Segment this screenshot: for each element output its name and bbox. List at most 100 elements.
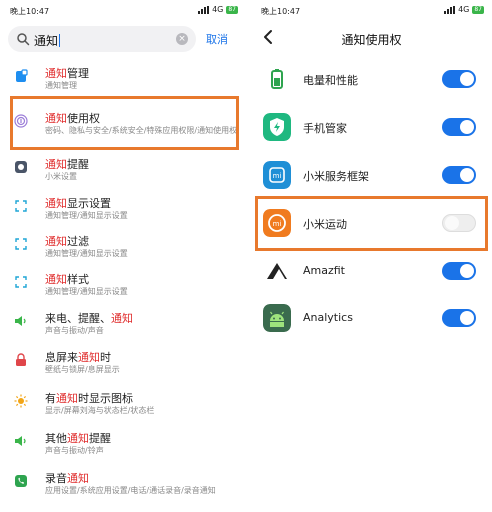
app-permission-row: 手机管家 — [251, 104, 492, 152]
corner-bracket-icon — [14, 198, 28, 212]
corner-bracket-icon — [14, 274, 28, 288]
search-result-item[interactable]: 通知提醒 小米设置 — [0, 153, 246, 191]
result-path: 壁纸与锁屏/息屏显示 — [45, 365, 120, 374]
notification-access-toggle[interactable] — [442, 309, 476, 327]
keyword-highlight: 通知 — [78, 351, 100, 364]
notification-access-toggle[interactable] — [442, 118, 476, 136]
app-permission-row: Amazfit — [251, 248, 492, 296]
title-suffix: 过滤 — [67, 235, 89, 248]
keyword-highlight: 通知 — [111, 312, 133, 325]
search-result-item[interactable]: 通知显示设置 通知管理/通知显示设置 — [0, 192, 246, 230]
status-time: 晚上10:47 — [10, 7, 50, 16]
status-bar: 晚上10:47 4G 87 — [251, 0, 492, 22]
title-suffix: 时 — [100, 351, 111, 364]
result-path: 应用设置/系统应用设置/电话/通话录音/录音通知 — [45, 486, 216, 495]
search-query: 通知 — [34, 34, 59, 48]
title-suffix: 提醒 — [89, 432, 111, 445]
keyword-highlight: 通知 — [67, 472, 89, 485]
app-permission-row: Analytics — [251, 295, 492, 343]
result-path: 通知管理/通知显示设置 — [45, 287, 128, 296]
text-cursor — [59, 34, 61, 47]
sun-icon — [14, 393, 28, 408]
title-prefix: 录音 — [45, 472, 67, 485]
keyword-highlight: 通知 — [56, 392, 78, 405]
app-permission-row: mi 小米服务框架 — [251, 152, 492, 200]
title-prefix: 息屏来 — [45, 351, 78, 364]
result-title: 其他通知提醒 — [45, 430, 111, 446]
result-title: 通知提醒 — [45, 156, 89, 172]
signal-icon — [444, 5, 456, 14]
amazfit-icon — [263, 257, 291, 285]
result-title: 通知过滤 — [45, 233, 89, 249]
title-prefix: 来电、提醒、 — [45, 312, 111, 325]
search-result-item[interactable]: 通知管理 通知管理 — [0, 62, 246, 100]
search-icon — [17, 33, 30, 46]
title-suffix: 样式 — [67, 273, 89, 286]
title-prefix: 有 — [45, 392, 56, 405]
search-result-item[interactable]: 息屏来通知时 壁纸与锁屏/息屏显示 — [0, 346, 246, 384]
page-title: 通知使用权 — [341, 33, 402, 47]
search-result-item[interactable]: 来电、提醒、通知 声音与振动/声音 — [0, 307, 246, 345]
mi-service-icon: mi — [263, 161, 291, 189]
result-path: 声音与振动/铃声 — [45, 446, 104, 455]
app-permission-row: 电量和性能 — [251, 56, 492, 104]
notification-access-toggle[interactable] — [442, 70, 476, 88]
keyword-highlight: 通知 — [45, 67, 67, 80]
notification-access-screen: 晚上10:47 4G 87 通知使用权 电量和性能手机管家 mi 小米服务框架 mi 小… — [251, 0, 492, 512]
status-bar: 晚上10:47 4G 87 — [0, 0, 246, 22]
keyword-highlight: 通知 — [45, 158, 67, 171]
search-result-item[interactable]: 通知样式 通知管理/通知显示设置 — [0, 268, 246, 306]
app-name: Amazfit — [303, 264, 345, 277]
battery-icon — [263, 65, 291, 93]
battery-icon: 87 — [472, 5, 484, 14]
result-path: 显示/屏幕刘海与状态栏/状态栏 — [45, 406, 155, 415]
search-result-item[interactable]: 其他通知提醒 声音与振动/铃声 — [0, 427, 246, 465]
result-path: 声音与振动/声音 — [45, 326, 104, 335]
result-title: 通知样式 — [45, 271, 89, 287]
result-path: 通知管理/通知显示设置 — [45, 249, 128, 258]
keyword-highlight: 通知 — [45, 273, 67, 286]
toggle-knob — [460, 72, 474, 86]
search-bar[interactable]: 通知 × — [8, 26, 196, 52]
title-suffix: 显示设置 — [67, 197, 111, 210]
search-result-item[interactable]: 有通知时显示图标 显示/屏幕刘海与状态栏/状态栏 — [0, 387, 246, 425]
toggle-knob — [460, 311, 474, 325]
result-path: 通知管理 — [45, 81, 77, 90]
app-name: 小米服务框架 — [303, 170, 369, 183]
result-title: 来电、提醒、通知 — [45, 310, 133, 326]
speaker-icon — [14, 433, 28, 447]
result-title: 息屏来通知时 — [45, 349, 111, 365]
shield-icon — [263, 113, 291, 141]
result-title: 录音通知 — [45, 470, 89, 486]
network-type: 4G — [458, 5, 470, 14]
clear-search-icon[interactable]: × — [176, 33, 188, 45]
note-icon — [14, 68, 28, 82]
result-title: 有通知时显示图标 — [45, 390, 133, 406]
status-time: 晚上10:47 — [261, 7, 301, 16]
toggle-knob — [460, 168, 474, 182]
keyword-highlight: 通知 — [67, 432, 89, 445]
toggle-knob — [460, 120, 474, 134]
notification-access-toggle[interactable] — [442, 166, 476, 184]
highlight-box — [10, 96, 239, 150]
search-input[interactable]: 通知 — [34, 32, 61, 49]
circle-app-icon — [14, 159, 28, 173]
cancel-button[interactable]: 取消 — [206, 31, 228, 47]
result-path: 小米设置 — [45, 172, 77, 181]
result-title: 通知显示设置 — [45, 195, 111, 211]
search-result-item[interactable]: 录音通知 应用设置/系统应用设置/电话/通话录音/录音通知 — [0, 467, 246, 505]
corner-bracket-icon — [14, 236, 28, 250]
title-suffix: 管理 — [67, 67, 89, 80]
network-type: 4G — [212, 5, 224, 14]
keyword-highlight: 通知 — [45, 197, 67, 210]
search-result-item[interactable]: 通知过滤 通知管理/通知显示设置 — [0, 230, 246, 268]
highlight-box — [255, 196, 488, 251]
speaker-icon — [14, 313, 28, 327]
title-suffix: 时显示图标 — [78, 392, 133, 405]
notification-access-toggle[interactable] — [442, 262, 476, 280]
app-name: 电量和性能 — [303, 74, 358, 87]
lock-icon — [14, 352, 28, 366]
page-header: 通知使用权 — [251, 26, 492, 54]
android-icon — [263, 304, 291, 332]
app-name: 手机管家 — [303, 122, 347, 135]
